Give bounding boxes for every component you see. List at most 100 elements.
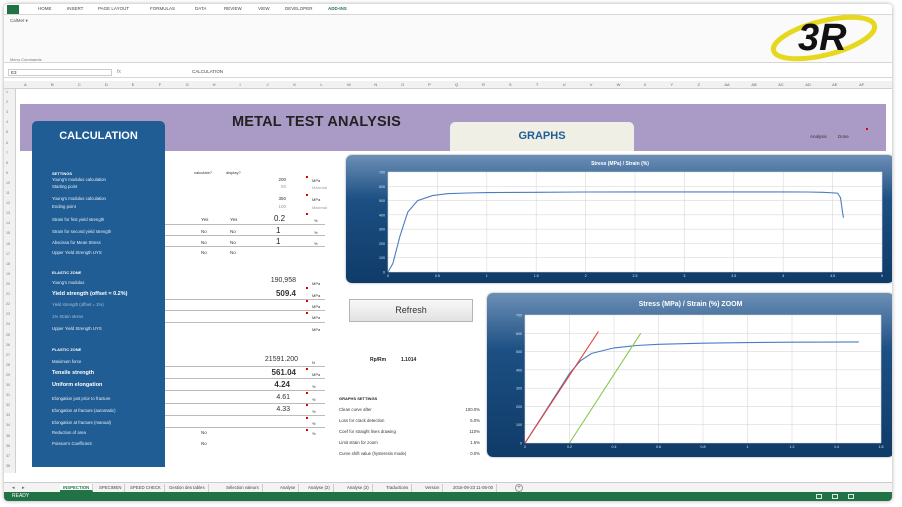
graph-setting-value[interactable]: 0.0%	[440, 451, 480, 456]
page-break-view-icon[interactable]	[848, 494, 854, 499]
sheet-tab[interactable]: Analyse	[277, 484, 300, 492]
sheet-tab[interactable]: Traductions	[383, 484, 413, 492]
column-header[interactable]: C	[78, 82, 81, 87]
row-header[interactable]: 8	[6, 161, 8, 165]
column-header[interactable]: W	[617, 82, 621, 87]
column-header[interactable]: AB	[751, 82, 756, 87]
column-header[interactable]: R	[482, 82, 485, 87]
column-header[interactable]: K	[293, 82, 296, 87]
sheet-tab[interactable]: Version	[422, 484, 444, 492]
column-header[interactable]: M	[347, 82, 350, 87]
sheet-tab[interactable]: Analyse (3)	[344, 484, 373, 492]
row-header[interactable]: 18	[6, 262, 10, 266]
column-header[interactable]: O	[401, 82, 404, 87]
column-header[interactable]: E	[132, 82, 135, 87]
column-header[interactable]: P	[428, 82, 431, 87]
display-toggle[interactable]: No	[230, 250, 236, 255]
column-header[interactable]: L	[320, 82, 322, 87]
row-header[interactable]: 27	[6, 353, 10, 357]
row-header[interactable]: 32	[6, 403, 10, 407]
calmet-menu-button[interactable]: CalMet ▾	[10, 18, 28, 24]
column-header[interactable]: B	[51, 82, 54, 87]
calculate-toggle[interactable]: No	[201, 250, 207, 255]
row-header[interactable]: 11	[6, 191, 10, 195]
row-header[interactable]: 22	[6, 302, 10, 306]
ribbon-tab-insert[interactable]: INSERT	[67, 6, 83, 11]
calculate-toggle[interactable]: Yes	[201, 217, 208, 222]
row-header[interactable]: 30	[6, 383, 10, 387]
row-header[interactable]: 6	[6, 141, 8, 145]
row-header[interactable]: 26	[6, 343, 10, 347]
sheet-prev-icon[interactable]: ◂	[12, 485, 15, 491]
setting-value[interactable]: 100	[248, 204, 286, 209]
column-header[interactable]: Z	[697, 82, 699, 87]
ribbon-tab-view[interactable]: VIEW	[258, 6, 270, 11]
fx-icon[interactable]: fx	[117, 69, 121, 75]
setting-value[interactable]: 1	[276, 237, 280, 246]
row-header[interactable]: 5	[6, 130, 8, 134]
name-box[interactable]: E3	[8, 69, 112, 76]
column-header[interactable]: J	[266, 82, 268, 87]
column-header[interactable]: H	[213, 82, 216, 87]
setting-value[interactable]: 0.2	[274, 214, 285, 223]
graph-setting-value[interactable]: 5.0%	[440, 418, 480, 423]
sheet-tab[interactable]: SPECIMEN	[96, 484, 126, 492]
column-header[interactable]: AD	[805, 82, 811, 87]
setting-value[interactable]: 350	[248, 196, 286, 201]
graph-setting-value[interactable]: 100.0%	[440, 407, 480, 412]
column-header[interactable]: V	[590, 82, 593, 87]
row-header[interactable]: 34	[6, 423, 10, 427]
row-header[interactable]: 33	[6, 413, 10, 417]
display-toggle[interactable]: Yes	[230, 217, 237, 222]
column-header[interactable]: T	[536, 82, 538, 87]
column-header[interactable]: N	[374, 82, 377, 87]
row-header[interactable]: 3	[6, 110, 8, 114]
sheet-tab[interactable]: Gestion des tables	[166, 484, 209, 492]
normal-view-icon[interactable]	[816, 494, 822, 499]
row-header[interactable]: 29	[6, 373, 10, 377]
page-layout-view-icon[interactable]	[832, 494, 838, 499]
calculate-toggle[interactable]: No	[201, 229, 207, 234]
row-header[interactable]: 4	[6, 120, 8, 124]
row-header[interactable]: 7	[6, 151, 8, 155]
column-header[interactable]: Q	[455, 82, 458, 87]
setting-value[interactable]: 200	[248, 177, 286, 182]
row-header[interactable]: 2	[6, 100, 8, 104]
graph-setting-value[interactable]: 1.5%	[440, 440, 480, 445]
row-header[interactable]: 38	[6, 464, 10, 468]
sheet-tab[interactable]: SPEED CHECK	[127, 484, 165, 492]
ribbon-tab-page-layout[interactable]: PAGE LAYOUT	[98, 6, 129, 11]
column-header[interactable]: F	[159, 82, 161, 87]
column-header[interactable]: G	[186, 82, 189, 87]
row-header[interactable]: 19	[6, 272, 10, 276]
row-header[interactable]: 1	[6, 90, 8, 94]
setting-value[interactable]: 1	[276, 226, 280, 235]
sheet-tab[interactable]: Sélection valeurs	[223, 484, 263, 492]
row-header[interactable]: 10	[6, 181, 10, 185]
column-header[interactable]: AC	[778, 82, 784, 87]
row-header[interactable]: 37	[6, 454, 10, 458]
sheet-tab[interactable]: 2016-09-23 11-05-00	[450, 484, 498, 492]
sheet-tab[interactable]: INSPECTION	[60, 484, 94, 492]
row-header[interactable]: 16	[6, 242, 10, 246]
display-toggle[interactable]: No	[230, 229, 236, 234]
display-toggle[interactable]: No	[230, 240, 236, 245]
row-header[interactable]: 20	[6, 282, 10, 286]
row-header[interactable]: 12	[6, 201, 10, 205]
ribbon-tab-add-ins[interactable]: ADD-INS	[328, 6, 347, 11]
stress-strain-chart[interactable]: Stress (MPa) / Strain (%) 0 100 200 300 400 50…	[346, 155, 892, 283]
row-header[interactable]: 28	[6, 363, 10, 367]
row-header[interactable]: 17	[6, 252, 10, 256]
column-header[interactable]: AE	[832, 82, 837, 87]
calculate-toggle[interactable]: No	[201, 240, 207, 245]
column-header[interactable]: S	[509, 82, 512, 87]
ribbon-tab-review[interactable]: REVIEW	[224, 6, 242, 11]
row-header[interactable]: 21	[6, 292, 10, 296]
stress-strain-zoom-chart[interactable]: Stress (MPa) / Strain (%) ZOOM 0 100 200 300…	[487, 293, 892, 457]
column-header[interactable]: AA	[724, 82, 729, 87]
row-header[interactable]: 15	[6, 231, 10, 235]
row-header[interactable]: 23	[6, 312, 10, 316]
tab-graphs[interactable]: GRAPHS	[450, 122, 634, 151]
ribbon-tab-data[interactable]: DATA	[195, 6, 206, 11]
row-header[interactable]: 35	[6, 434, 10, 438]
